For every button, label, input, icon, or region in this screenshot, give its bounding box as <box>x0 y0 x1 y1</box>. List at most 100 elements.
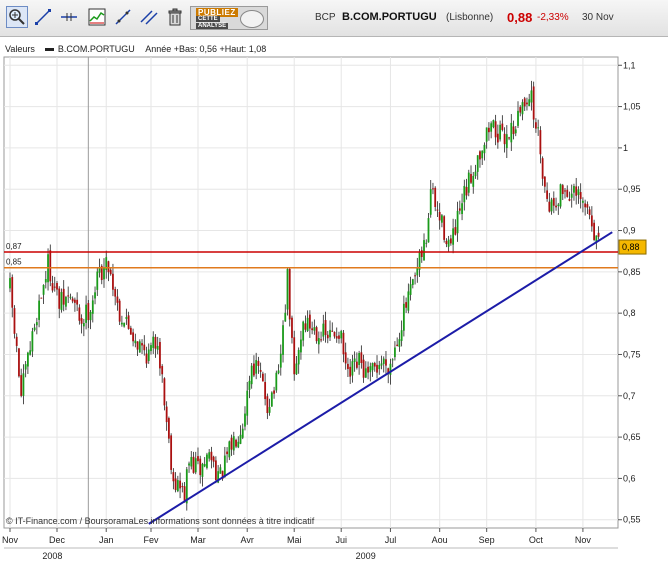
y-tick-label: 0,95 <box>623 184 641 194</box>
candle-body <box>575 186 578 196</box>
candle-body <box>371 363 374 371</box>
candle-body <box>463 185 466 203</box>
candle-body <box>22 373 25 396</box>
candle-body <box>331 330 334 332</box>
candle-body <box>535 122 537 129</box>
candle-body <box>123 322 126 327</box>
candle-body <box>58 288 61 309</box>
candle-body <box>355 361 358 368</box>
candle-body <box>244 413 246 427</box>
candle-body <box>275 372 278 391</box>
candle-body <box>351 361 354 376</box>
candle-body <box>490 123 493 132</box>
candle-body <box>320 339 322 341</box>
candle-body <box>297 349 300 365</box>
candle-body <box>150 345 152 352</box>
candle-body <box>246 390 249 416</box>
candle-body <box>9 278 11 289</box>
x-tick-label: Nov <box>2 535 19 545</box>
y-tick-label: 1,05 <box>623 102 641 112</box>
candle-body <box>188 463 190 466</box>
candle-body <box>237 441 240 448</box>
x-tick-label: Jan <box>99 535 114 545</box>
price-chart[interactable]: 1,1 1,05 1 0,95 0,9 0,85 0,8 0,75 0,7 0,65 0,6 0,55… <box>0 0 668 566</box>
candle-body <box>270 392 273 407</box>
candle-body <box>277 370 280 374</box>
candle-body <box>579 192 582 199</box>
candle-body <box>546 190 549 199</box>
candle-body <box>194 458 197 473</box>
candle-body <box>329 329 331 338</box>
support-line-label: 0,87 <box>6 242 22 251</box>
candle-body <box>284 312 287 322</box>
x-tick-label: Oct <box>529 535 544 545</box>
candle-body <box>398 339 401 347</box>
candle-body <box>134 340 137 344</box>
candle-body <box>226 451 228 455</box>
candle-body <box>114 289 117 297</box>
candle-body <box>432 188 434 190</box>
candle-body <box>87 303 90 321</box>
price-marker-label: 0,88 <box>622 242 640 252</box>
candle-body <box>414 275 416 277</box>
candle-body <box>590 215 593 227</box>
candle-body <box>127 315 130 329</box>
y-tick-label: 0,9 <box>623 226 636 236</box>
candle-body <box>588 209 591 215</box>
candle-body <box>199 458 202 476</box>
x-tick-label: Avr <box>241 535 254 545</box>
candle-body <box>423 240 425 261</box>
candle-body <box>593 222 595 240</box>
candle-body <box>13 308 16 334</box>
candle-body <box>103 267 105 280</box>
candle-body <box>347 363 349 369</box>
candle-body <box>349 366 352 377</box>
candle-body <box>550 199 553 212</box>
candle-body <box>380 363 383 366</box>
candle-body <box>282 325 284 355</box>
candle-body <box>402 303 405 331</box>
candle-body <box>176 480 179 492</box>
candle-body <box>409 284 412 295</box>
candle-body <box>317 338 320 345</box>
candle-body <box>230 437 233 450</box>
candle-body <box>561 185 564 195</box>
candle-body <box>185 469 188 504</box>
candle-body <box>494 121 497 138</box>
candle-body <box>523 98 526 107</box>
candle-body <box>308 314 311 329</box>
candle-body <box>24 364 27 370</box>
candle-body <box>235 439 237 447</box>
candle-body <box>517 110 519 126</box>
candle-body <box>219 467 222 474</box>
y-tick-label: 0,7 <box>623 391 636 401</box>
candle-body <box>376 364 378 373</box>
candle-body <box>362 359 365 378</box>
candle-body <box>452 228 455 245</box>
candle-body <box>573 186 575 193</box>
candle-body <box>358 353 361 365</box>
candle-body <box>78 307 81 321</box>
y-tick-label: 0,75 <box>623 349 641 359</box>
candle-body <box>577 189 580 195</box>
candle-body <box>443 216 446 240</box>
candle-body <box>360 352 363 364</box>
candle-body <box>367 366 369 373</box>
candle-body <box>132 332 134 342</box>
candle-body <box>239 434 242 444</box>
y-tick-label: 0,8 <box>623 308 636 318</box>
candle-body <box>255 360 258 374</box>
candle-body <box>159 341 161 369</box>
candle-body <box>479 151 481 160</box>
y-tick-label: 0,55 <box>623 515 641 525</box>
candle-body <box>129 327 132 335</box>
candle-body <box>167 418 170 439</box>
candle-body <box>201 463 204 477</box>
candle-body <box>288 268 291 320</box>
candle-body <box>56 282 58 290</box>
candle-body <box>586 204 589 208</box>
candle-body <box>548 201 551 212</box>
candle-body <box>11 277 14 308</box>
candle-body <box>172 472 175 482</box>
candle-body <box>382 358 385 364</box>
